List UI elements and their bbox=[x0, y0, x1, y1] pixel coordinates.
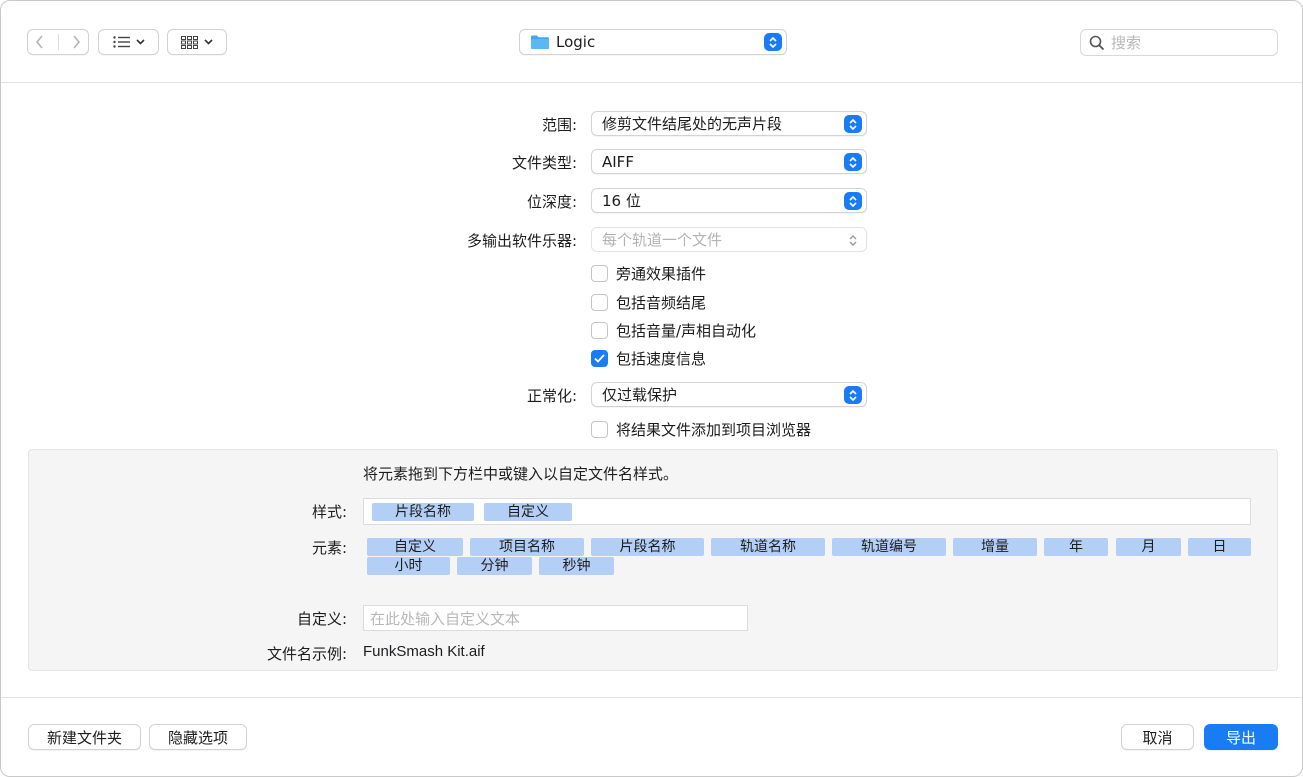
include-tempo-checkbox[interactable]: 包括速度信息 bbox=[591, 348, 706, 369]
popup-stepper-icon bbox=[844, 231, 862, 249]
range-label: 范围: bbox=[541, 116, 577, 134]
back-button[interactable] bbox=[28, 30, 52, 54]
element-token[interactable]: 项目名称 bbox=[470, 538, 584, 556]
list-icon bbox=[112, 36, 130, 48]
location-label: Logic bbox=[556, 33, 596, 51]
location-popup[interactable]: Logic bbox=[519, 29, 787, 55]
chevron-right-icon bbox=[73, 35, 80, 49]
pattern-token[interactable]: 自定义 bbox=[484, 503, 572, 521]
element-token[interactable]: 月 bbox=[1116, 538, 1181, 556]
checkbox-box[interactable] bbox=[591, 421, 608, 438]
search-icon bbox=[1089, 35, 1105, 50]
example-value: FunkSmash Kit.aif bbox=[363, 643, 485, 660]
range-popup[interactable]: 修剪文件结尾处的无声片段 bbox=[591, 111, 867, 136]
element-token[interactable]: 日 bbox=[1188, 538, 1251, 556]
multiout-value: 每个轨道一个文件 bbox=[602, 231, 723, 249]
bitdepth-value: 16 位 bbox=[602, 192, 641, 210]
popup-stepper-icon bbox=[844, 115, 862, 133]
search-field[interactable]: 搜索 bbox=[1080, 29, 1278, 56]
filetype-popup[interactable]: AIFF bbox=[591, 149, 867, 174]
multiout-label: 多输出软件乐器: bbox=[466, 232, 577, 250]
popup-stepper-icon bbox=[844, 192, 862, 210]
normalize-label: 正常化: bbox=[526, 387, 577, 405]
divider bbox=[57, 34, 59, 50]
filetype-label: 文件类型: bbox=[511, 154, 577, 172]
element-token[interactable]: 轨道编号 bbox=[832, 538, 946, 556]
popup-stepper-icon bbox=[844, 153, 862, 171]
checkbox-box[interactable] bbox=[591, 265, 608, 282]
hide-options-button[interactable]: 隐藏选项 bbox=[149, 724, 247, 750]
add-to-browser-checkbox[interactable]: 将结果文件添加到项目浏览器 bbox=[591, 419, 811, 440]
cancel-button[interactable]: 取消 bbox=[1121, 724, 1194, 750]
export-button[interactable]: 导出 bbox=[1204, 724, 1278, 750]
pattern-token[interactable]: 片段名称 bbox=[372, 503, 474, 521]
custom-text-placeholder: 在此处输入自定义文本 bbox=[370, 609, 521, 628]
checkbox-box[interactable] bbox=[591, 350, 608, 367]
back-forward-group bbox=[27, 29, 89, 55]
popup-stepper-icon bbox=[764, 33, 782, 51]
checkbox-label: 包括速度信息 bbox=[616, 350, 707, 368]
range-value: 修剪文件结尾处的无声片段 bbox=[602, 115, 783, 133]
chevron-down-icon bbox=[204, 39, 213, 45]
checkbox-label: 包括音频结尾 bbox=[616, 294, 707, 312]
popup-stepper-icon bbox=[844, 386, 862, 404]
bitdepth-popup[interactable]: 16 位 bbox=[591, 188, 867, 213]
pattern-label: 样式: bbox=[311, 503, 347, 521]
checkbox-label: 包括音量/声相自动化 bbox=[616, 322, 757, 340]
grid-icon bbox=[181, 35, 198, 49]
multiout-popup: 每个轨道一个文件 bbox=[591, 227, 867, 252]
folder-icon bbox=[531, 35, 549, 49]
element-token[interactable]: 年 bbox=[1044, 538, 1108, 556]
element-token[interactable]: 片段名称 bbox=[591, 538, 704, 556]
footer-divider bbox=[1, 697, 1302, 698]
element-token[interactable]: 小时 bbox=[367, 557, 450, 575]
element-token[interactable]: 分钟 bbox=[457, 557, 532, 575]
filename-hint: 将元素拖到下方栏中或键入以自定文件名样式。 bbox=[363, 465, 679, 483]
normalize-value: 仅过载保护 bbox=[602, 386, 678, 404]
element-token[interactable]: 轨道名称 bbox=[711, 538, 825, 556]
element-token[interactable]: 秒钟 bbox=[539, 557, 614, 575]
bitdepth-label: 位深度: bbox=[526, 193, 577, 211]
chevron-left-icon bbox=[36, 35, 43, 49]
list-view-button[interactable] bbox=[98, 29, 159, 55]
checkbox-label: 将结果文件添加到项目浏览器 bbox=[616, 421, 812, 439]
custom-text-input[interactable]: 在此处输入自定义文本 bbox=[363, 605, 748, 631]
include-tails-checkbox[interactable]: 包括音频结尾 bbox=[591, 292, 706, 313]
bypass-effects-checkbox[interactable]: 旁通效果插件 bbox=[591, 263, 706, 284]
checkbox-label: 旁通效果插件 bbox=[616, 265, 707, 283]
checkbox-box[interactable] bbox=[591, 322, 608, 339]
element-token[interactable]: 增量 bbox=[953, 538, 1037, 556]
example-label: 文件名示例: bbox=[266, 645, 347, 663]
forward-button[interactable] bbox=[64, 30, 88, 54]
new-folder-button[interactable]: 新建文件夹 bbox=[28, 724, 141, 750]
checkmark-icon bbox=[594, 354, 605, 363]
filetype-value: AIFF bbox=[602, 152, 634, 171]
search-placeholder: 搜索 bbox=[1111, 34, 1142, 52]
normalize-popup[interactable]: 仅过载保护 bbox=[591, 382, 867, 407]
include-automation-checkbox[interactable]: 包括音量/声相自动化 bbox=[591, 320, 756, 341]
grid-view-button[interactable] bbox=[167, 29, 227, 55]
toolbar: Logic 搜索 bbox=[1, 1, 1302, 83]
custom-label: 自定义: bbox=[296, 610, 347, 628]
elements-label: 元素: bbox=[311, 539, 347, 557]
chevron-down-icon bbox=[135, 39, 145, 45]
element-token[interactable]: 自定义 bbox=[367, 538, 463, 556]
export-dialog: Logic 搜索 范围: 修剪文件结尾处的无声片段 文件类型: AIFF 位深度… bbox=[0, 0, 1303, 777]
checkbox-box[interactable] bbox=[591, 294, 608, 311]
